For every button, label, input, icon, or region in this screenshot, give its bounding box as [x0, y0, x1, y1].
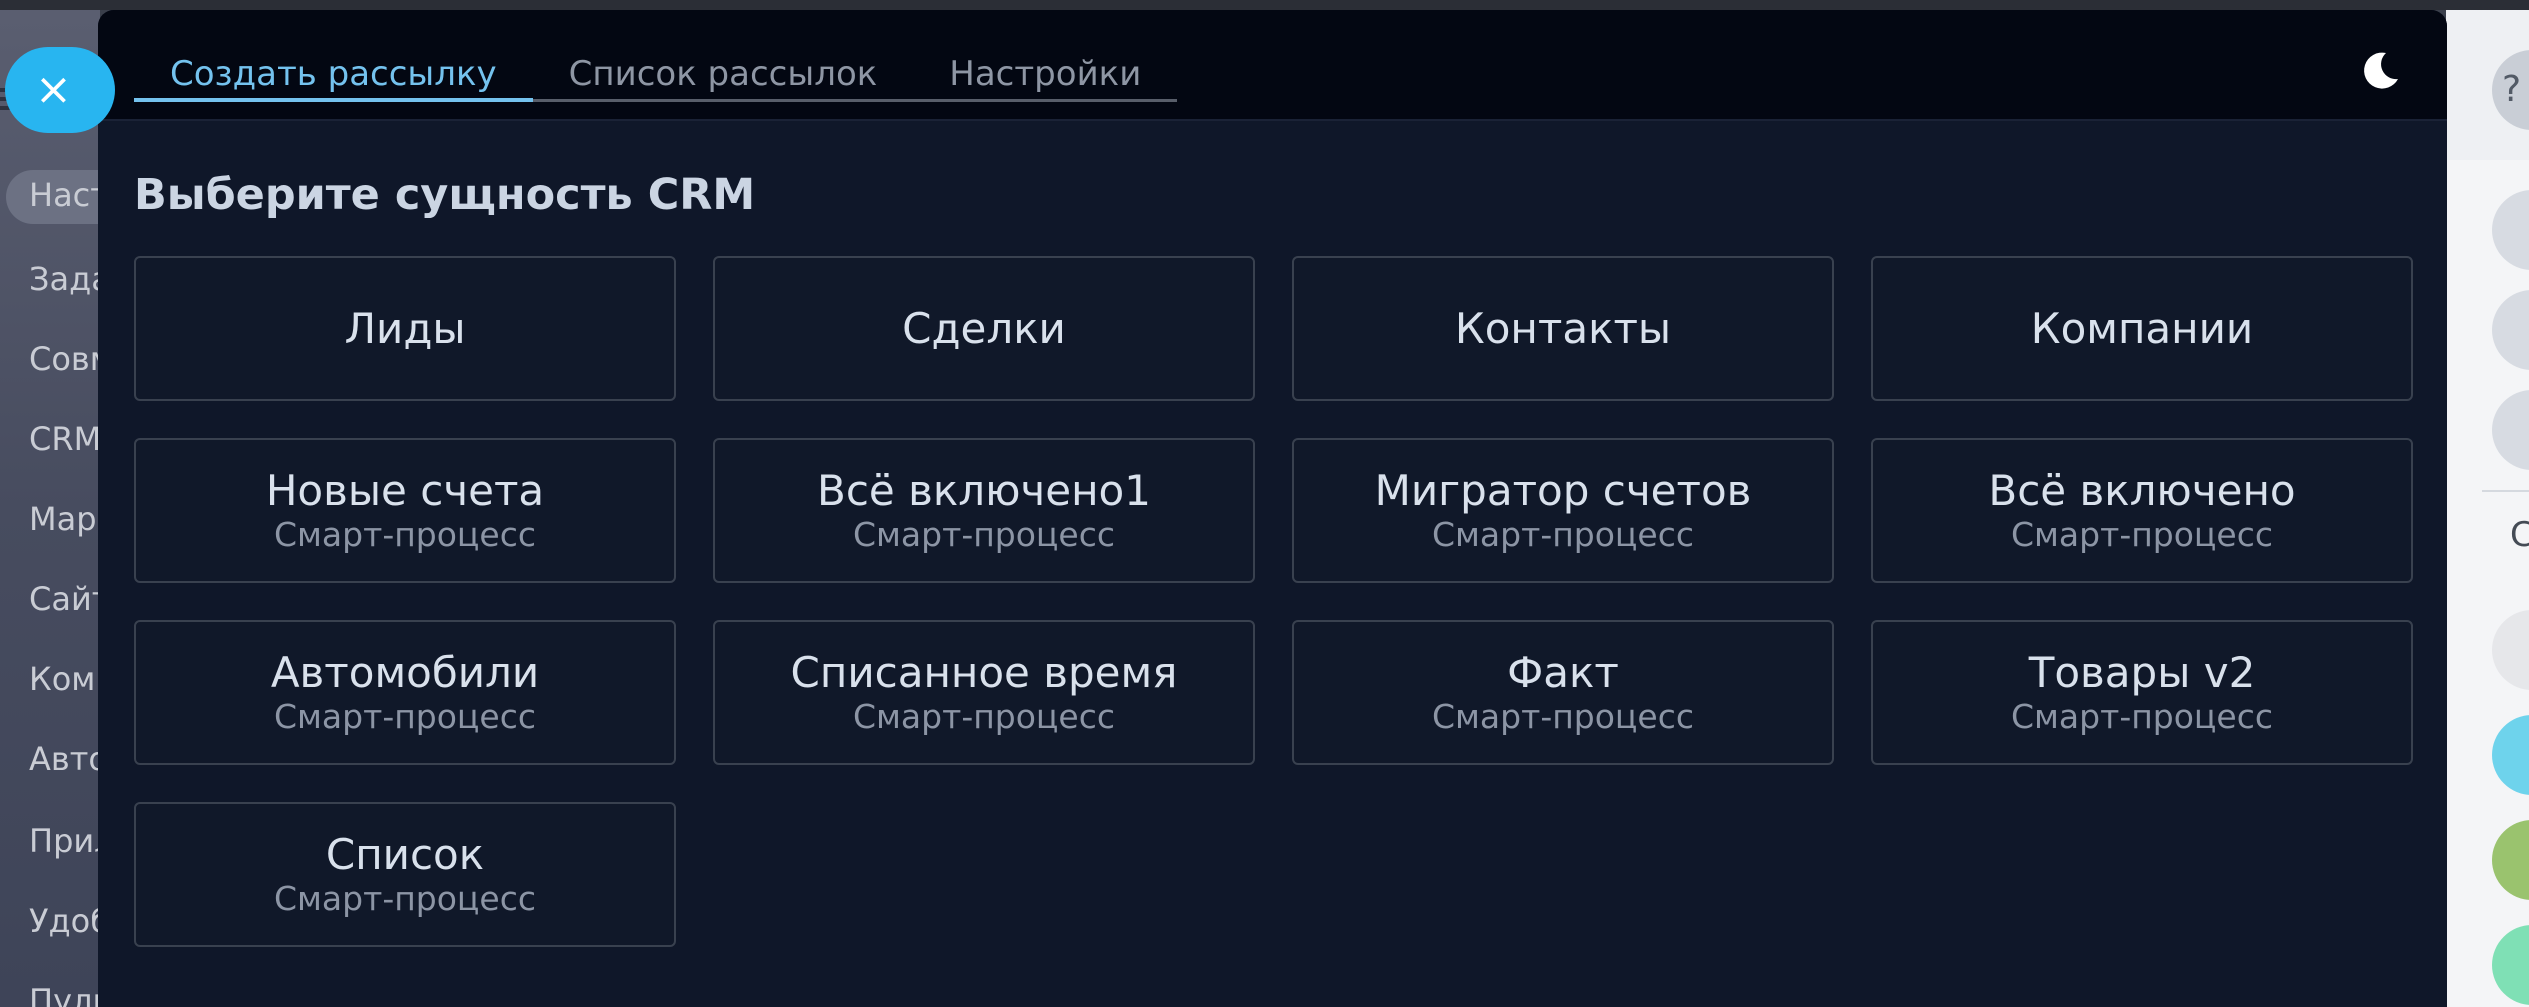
background-menu-item[interactable]: Наст — [29, 176, 100, 214]
background-menu-item[interactable]: Прил — [29, 822, 100, 860]
tab-create-mailing[interactable]: Создать рассылку — [134, 40, 533, 102]
close-icon: × — [35, 64, 72, 115]
entity-title: Контакты — [1454, 303, 1672, 353]
entity-title: Факт — [1507, 647, 1619, 697]
moon-icon — [2364, 52, 2398, 89]
entity-card-fact[interactable]: Факт Смарт-процесс — [1292, 620, 1834, 765]
entity-subtitle: Смарт-процесс — [2010, 696, 2273, 736]
panel-header: Создать рассылку Список рассылок Настрой… — [98, 10, 2447, 121]
entity-subtitle: Смарт-процесс — [2010, 514, 2273, 554]
theme-toggle-button[interactable] — [2356, 47, 2404, 95]
browser-top-strip — [0, 0, 2529, 10]
entity-card-list[interactable]: Список Смарт-процесс — [134, 802, 676, 947]
entity-subtitle: Смарт-процесс — [273, 514, 536, 554]
background-menu-item[interactable]: CRM — [29, 420, 100, 458]
entity-card-all-included-1[interactable]: Всё включено1 Смарт-процесс — [713, 438, 1255, 583]
entity-title: Всё включено — [1988, 465, 2296, 515]
entity-card-all-included[interactable]: Всё включено Смарт-процесс — [1871, 438, 2413, 583]
entity-title: Новые счета — [265, 465, 545, 515]
search-icon[interactable] — [2492, 190, 2529, 270]
entity-title: Список — [325, 829, 485, 879]
entity-subtitle: Смарт-процесс — [852, 514, 1115, 554]
entity-card-invoice-migrator[interactable]: Мигратор счетов Смарт-процесс — [1292, 438, 1834, 583]
page-title: Выберите сущность CRM — [134, 170, 756, 220]
close-slider-button[interactable]: × — [5, 47, 115, 133]
background-menu-item[interactable]: Удоб — [29, 902, 100, 940]
entity-card-new-invoices[interactable]: Новые счета Смарт-процесс — [134, 438, 676, 583]
background-menu-item[interactable]: Зада — [29, 260, 100, 298]
entity-card-written-off-time[interactable]: Списанное время Смарт-процесс — [713, 620, 1255, 765]
entity-subtitle: Смарт-процесс — [852, 696, 1115, 736]
entity-subtitle: Смарт-процесс — [1431, 696, 1694, 736]
background-menu-item[interactable]: Совм — [29, 340, 100, 378]
avatar[interactable] — [2492, 610, 2529, 690]
background-menu-item[interactable]: Сайт — [29, 580, 100, 618]
background-right-sidebar: ? С — [2446, 10, 2529, 1007]
entity-card-deals[interactable]: Сделки — [713, 256, 1255, 401]
tab-bar: Создать рассылку Список рассылок Настрой… — [134, 40, 1178, 102]
mailing-slider-panel: Создать рассылку Список рассылок Настрой… — [98, 10, 2447, 1007]
list-icon[interactable] — [2492, 390, 2529, 470]
entity-title: Списанное время — [790, 647, 1178, 697]
entity-card-products-v2[interactable]: Товары v2 Смарт-процесс — [1871, 620, 2413, 765]
entity-title: Всё включено1 — [817, 465, 1151, 515]
divider — [2482, 490, 2529, 492]
entity-subtitle: Смарт-процесс — [273, 878, 536, 918]
sidebar-letter: С — [2510, 515, 2529, 555]
entity-title: Товары v2 — [2028, 647, 2256, 697]
tab-settings[interactable]: Настройки — [913, 40, 1177, 102]
background-menu-item[interactable]: Комп — [29, 660, 100, 698]
entity-card-leads[interactable]: Лиды — [134, 256, 676, 401]
entity-card-contacts[interactable]: Контакты — [1292, 256, 1834, 401]
entity-card-cars[interactable]: Автомобили Смарт-процесс — [134, 620, 676, 765]
chat-app-icon[interactable] — [2492, 715, 2529, 795]
entity-title: Компании — [2030, 303, 2254, 353]
background-left-menu: Наст Зада Совм CRM Мар Сайт Комп Авто Пр… — [0, 10, 100, 1007]
avatar[interactable] — [2492, 820, 2529, 900]
tab-mailing-list[interactable]: Список рассылок — [533, 40, 914, 102]
entity-title: Лиды — [344, 303, 466, 353]
entity-title: Мигратор счетов — [1374, 465, 1752, 515]
app-icon[interactable] — [2492, 925, 2529, 1005]
entity-grid: Лиды Сделки Контакты Компании Новые счет… — [134, 256, 2413, 947]
entity-title: Сделки — [902, 303, 1066, 353]
background-menu-item[interactable]: Авто — [29, 740, 100, 778]
entity-subtitle: Смарт-процесс — [1431, 514, 1694, 554]
entity-card-companies[interactable]: Компании — [1871, 256, 2413, 401]
entity-subtitle: Смарт-процесс — [273, 696, 536, 736]
background-menu-item[interactable]: Пулы — [29, 982, 100, 1007]
entity-title: Автомобили — [270, 647, 540, 697]
background-menu-item[interactable]: Мар — [29, 500, 97, 538]
bell-icon[interactable] — [2492, 290, 2529, 370]
